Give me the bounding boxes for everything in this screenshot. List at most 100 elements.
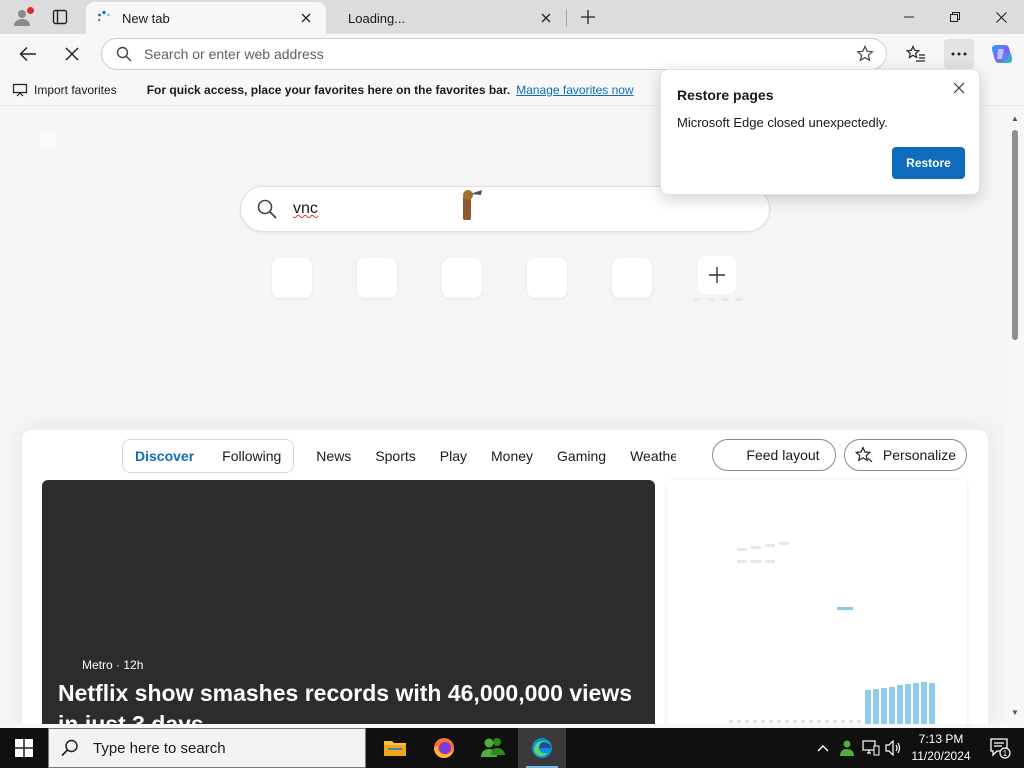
feed-navigation: Discover Following News Sports Play Mone… [122, 438, 676, 474]
people-tray-icon [840, 740, 854, 756]
category-money[interactable]: Money [491, 448, 533, 464]
show-hidden-icons-button[interactable] [812, 728, 834, 768]
quick-link-tile[interactable] [357, 258, 397, 298]
close-icon [995, 11, 1007, 23]
article-headline[interactable]: Netflix show smashes records with 46,000… [58, 678, 648, 724]
search-icon [116, 46, 132, 62]
category-sports[interactable]: Sports [375, 448, 415, 464]
start-button[interactable] [0, 728, 48, 768]
network-button[interactable] [860, 728, 882, 768]
taskbar-search-placeholder: Type here to search [93, 739, 226, 757]
category-gaming[interactable]: Gaming [557, 448, 606, 464]
profile-alert-dot [27, 7, 34, 14]
category-news[interactable]: News [316, 448, 351, 464]
taskbar-firefox[interactable] [420, 728, 468, 768]
tab-strip: New tab Loading... [0, 0, 1024, 34]
scroll-down-arrow[interactable]: ▼ [1006, 704, 1024, 720]
tab-new-tab[interactable]: New tab [86, 2, 326, 34]
clock-time: 7:13 PM [918, 732, 964, 746]
add-favorite-button[interactable] [850, 39, 880, 69]
scroll-thumb[interactable] [1012, 130, 1018, 340]
hero-article-card[interactable]: Metro · 12h Netflix show smashes records… [42, 480, 655, 724]
minimize-button[interactable] [886, 0, 932, 34]
new-tab-button[interactable] [574, 4, 602, 30]
tray-people-button[interactable] [836, 728, 858, 768]
loading-spinner-icon [98, 10, 110, 22]
tab-close-button[interactable] [536, 8, 556, 28]
article-age: 12h [123, 658, 144, 672]
windows-taskbar: Type here to search 7:13 PM 11/20/2024 1 [0, 728, 1024, 768]
restore-button[interactable]: Restore [892, 147, 965, 179]
import-favorites-label: Import favorites [34, 82, 117, 97]
dialog-close-button[interactable] [947, 76, 971, 100]
close-window-button[interactable] [978, 0, 1024, 34]
profile-button[interactable] [8, 4, 36, 30]
tab-actions-icon [52, 9, 68, 25]
volume-icon [885, 740, 901, 756]
quick-link-tile[interactable] [442, 258, 482, 298]
ntp-search-input[interactable] [293, 200, 433, 218]
system-clock[interactable]: 7:13 PM 11/20/2024 [904, 731, 978, 765]
edge-icon [532, 738, 552, 758]
feed-pivot-group: Discover Following [122, 439, 295, 473]
quick-link-tile[interactable] [612, 258, 652, 298]
browser-toolbar [0, 34, 1024, 74]
settings-more-button[interactable] [944, 39, 974, 69]
favorites-button[interactable] [901, 39, 931, 69]
search-icon [61, 739, 78, 757]
volume-button[interactable] [883, 728, 905, 768]
tab-title: New tab [122, 10, 170, 26]
tab-title: Loading... [348, 10, 406, 26]
quick-link-tile[interactable] [527, 258, 567, 298]
copilot-icon [991, 45, 1013, 63]
personalize-label: Personalize [882, 447, 957, 463]
import-icon [12, 83, 28, 96]
category-play[interactable]: Play [440, 448, 467, 464]
address-input[interactable] [144, 46, 850, 62]
pivot-following[interactable]: Following [222, 448, 281, 464]
address-bar[interactable] [101, 38, 887, 70]
taskbar-search-box[interactable]: Type here to search [48, 728, 366, 768]
minimize-icon [904, 16, 914, 18]
feed-categories: News Sports Play Money Gaming Weather [316, 448, 676, 464]
windows-logo-icon [15, 739, 33, 757]
search-icon [257, 199, 277, 219]
taskbar-file-explorer[interactable] [371, 728, 419, 768]
pivot-discover[interactable]: Discover [135, 448, 194, 464]
taskbar-people-app[interactable] [469, 728, 517, 768]
stop-x-icon [65, 47, 79, 61]
chevron-up-icon [817, 745, 829, 752]
category-weather[interactable]: Weather [630, 448, 676, 464]
manage-favorites-link[interactable]: Manage favorites now [516, 83, 633, 97]
close-icon [301, 13, 311, 23]
scroll-up-arrow[interactable]: ▲ [1006, 110, 1024, 126]
quick-link-placeholder-label [686, 298, 750, 302]
side-info-card[interactable] [667, 480, 967, 724]
restore-window-button[interactable] [932, 0, 978, 34]
network-icon [862, 740, 880, 756]
notification-center-button[interactable]: 1 [980, 728, 1020, 768]
notification-count: 1 [1003, 749, 1008, 758]
back-button[interactable] [13, 39, 43, 69]
tab-actions-button[interactable] [46, 4, 74, 30]
vertical-scrollbar[interactable]: ▲ ▼ [1006, 106, 1024, 724]
hero-meta: Metro · 12h [82, 658, 143, 672]
copilot-button[interactable] [987, 39, 1017, 69]
stop-loading-button[interactable] [57, 39, 87, 69]
plus-icon [709, 267, 725, 283]
tab-loading[interactable]: Loading... [328, 2, 566, 34]
import-favorites-button[interactable]: Import favorites [12, 83, 117, 97]
more-dots-icon [951, 52, 967, 56]
feed-layout-button[interactable]: Feed layout [712, 439, 836, 471]
favorites-bar-message: For quick access, place your favorites h… [146, 82, 511, 97]
tab-divider [566, 9, 567, 27]
tab-close-button[interactable] [296, 8, 316, 28]
taskbar-edge[interactable] [518, 728, 566, 768]
add-quick-link-button[interactable] [698, 256, 736, 294]
card-chart-graphic [729, 542, 935, 724]
back-arrow-icon [19, 46, 36, 62]
page-logo-icon [40, 132, 56, 148]
quick-link-tile[interactable] [272, 258, 312, 298]
dialog-message: Microsoft Edge closed unexpectedly. [677, 115, 888, 130]
personalize-button[interactable]: Personalize [844, 439, 967, 471]
